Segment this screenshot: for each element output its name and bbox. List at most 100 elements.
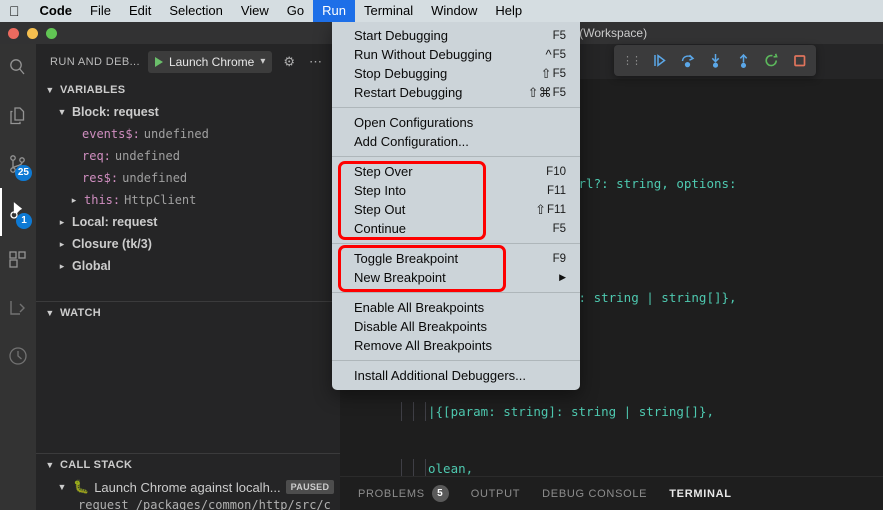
menu-item-add-configuration[interactable]: Add Configuration... — [332, 132, 580, 151]
menu-item-label: Start Debugging — [354, 28, 448, 43]
callstack-session-row[interactable]: ▼ 🐛 Launch Chrome against localh... PAUS… — [36, 476, 340, 498]
menu-item-shortcut: F5 — [552, 30, 566, 42]
scope-row-local[interactable]: ▸ Local: request — [36, 211, 340, 233]
callstack-section-header[interactable]: ▼ CALL STACK — [36, 454, 340, 476]
apple-icon[interactable]:  — [0, 4, 31, 18]
modifier-glyph: ⇧⌘ — [527, 84, 552, 100]
menu-item-shortcut: ⇧⌘ F5 — [528, 85, 566, 101]
menu-item-shortcut: ⇧ F11 — [535, 202, 566, 218]
menu-item-label: Install Additional Debuggers... — [354, 368, 526, 383]
source-control-icon[interactable]: 25 — [0, 140, 36, 188]
chevron-down-icon: ▼ — [45, 85, 55, 95]
variable-key: this: — [84, 193, 121, 207]
variable-row-req[interactable]: req: undefined — [36, 145, 340, 167]
menu-item-label: Stop Debugging — [354, 66, 448, 81]
bug-icon: 🐛 — [73, 479, 90, 494]
timeline-icon[interactable] — [0, 332, 36, 380]
scope-row-global[interactable]: ▸ Global — [36, 255, 340, 277]
panel-tab-debug-console[interactable]: DEBUG CONSOLE — [542, 488, 647, 500]
variables-label: VARIABLES — [60, 84, 126, 96]
restart-icon[interactable] — [763, 52, 780, 69]
sidebar-title: RUN AND DEB... — [50, 55, 140, 68]
variable-row-events[interactable]: events$: undefined — [36, 123, 340, 145]
variable-value: undefined — [122, 171, 188, 185]
step-over-icon[interactable] — [679, 52, 696, 69]
chevron-down-icon: ▼ — [57, 107, 67, 117]
menubar-item-help[interactable]: Help — [486, 0, 531, 22]
menu-item-remove-all-breakpoints[interactable]: Remove All Breakpoints — [332, 336, 580, 355]
modifier-glyph: ^ — [545, 47, 552, 62]
menubar-item-terminal[interactable]: Terminal — [355, 0, 422, 22]
menubar-item-file[interactable]: File — [81, 0, 120, 22]
continue-icon[interactable] — [651, 52, 668, 69]
menu-item-continue[interactable]: Continue F5 — [332, 219, 580, 238]
drag-handle-icon[interactable]: ⋮⋮ — [622, 54, 642, 67]
menu-item-label: Enable All Breakpoints — [354, 300, 485, 315]
step-into-icon[interactable] — [707, 52, 724, 69]
menubar-item-go[interactable]: Go — [278, 0, 313, 22]
chevron-right-icon: ▸ — [59, 216, 65, 227]
panel-tab-label: TERMINAL — [669, 487, 732, 500]
callstack-frame-row[interactable]: request /packages/common/http/src/c — [36, 498, 340, 510]
chevron-right-icon: ▸ — [59, 260, 65, 271]
menubar-item-selection[interactable]: Selection — [160, 0, 231, 22]
launch-config-dropdown[interactable]: Launch Chrome ▾ — [147, 50, 273, 73]
menu-item-enable-all-breakpoints[interactable]: Enable All Breakpoints — [332, 298, 580, 317]
menu-item-step-out[interactable]: Step Out ⇧ F11 — [332, 200, 580, 219]
source-control-badge: 25 — [14, 165, 32, 181]
variables-section-header[interactable]: ▼ VARIABLES — [36, 79, 340, 101]
ellipsis-icon[interactable]: ⋯ — [306, 54, 325, 70]
menu-item-shortcut: F9 — [552, 253, 566, 265]
menu-item-label: Step Over — [354, 164, 413, 179]
variables-block-request[interactable]: ▼ Block: request — [36, 101, 340, 123]
menu-item-run-without-debugging[interactable]: Run Without Debugging ^ F5 — [332, 45, 580, 64]
extensions-icon[interactable] — [0, 236, 36, 284]
variable-row-this[interactable]: ▸ this: HttpClient — [36, 189, 340, 211]
watch-label: WATCH — [60, 307, 102, 319]
menu-item-label: Continue — [354, 221, 407, 236]
watch-section-header[interactable]: ▼ WATCH — [36, 302, 340, 324]
stop-icon[interactable] — [791, 52, 808, 69]
menubar-item-window[interactable]: Window — [422, 0, 486, 22]
run-debug-badge: 1 — [16, 213, 32, 229]
menu-item-step-over[interactable]: Step Over F10 — [332, 162, 580, 181]
menu-item-start-debugging[interactable]: Start Debugging F5 — [332, 26, 580, 45]
menubar-item-view[interactable]: View — [232, 0, 278, 22]
menu-item-step-into[interactable]: Step Into F11 — [332, 181, 580, 200]
testing-icon[interactable] — [0, 284, 36, 332]
menubar-item-run[interactable]: Run — [313, 0, 355, 22]
menu-item-disable-all-breakpoints[interactable]: Disable All Breakpoints — [332, 317, 580, 336]
menubar-item-code[interactable]: Code — [31, 0, 82, 22]
menu-item-shortcut: F11 — [546, 185, 566, 197]
menu-item-new-breakpoint[interactable]: New Breakpoint ▶ — [332, 268, 580, 287]
panel-tab-terminal[interactable]: TERMINAL — [669, 488, 731, 500]
explorer-icon[interactable] — [0, 92, 36, 140]
key-label: F5 — [552, 222, 566, 235]
key-label: F11 — [547, 184, 566, 197]
menubar-item-edit[interactable]: Edit — [120, 0, 160, 22]
menu-item-label: Run Without Debugging — [354, 47, 493, 62]
scope-row-closure[interactable]: ▸ Closure (tk/3) — [36, 233, 340, 255]
menu-item-open-configurations[interactable]: Open Configurations — [332, 113, 580, 132]
chevron-down-icon: ▼ — [45, 308, 55, 318]
menu-item-label: Open Configurations — [354, 115, 474, 130]
modifier-glyph: ⇧ — [540, 65, 552, 81]
sidebar-header: RUN AND DEB... Launch Chrome ▾ ⚙ ⋯ — [36, 44, 340, 79]
menu-item-toggle-breakpoint[interactable]: Toggle Breakpoint F9 — [332, 249, 580, 268]
macos-menu-bar:  Code File Edit Selection View Go Run T… — [0, 0, 883, 22]
panel-tab-output[interactable]: OUTPUT — [471, 488, 520, 500]
menu-item-shortcut: F10 — [545, 166, 566, 178]
play-icon — [154, 56, 163, 67]
run-and-debug-icon[interactable]: 1 — [0, 188, 36, 236]
search-icon[interactable] — [0, 44, 36, 92]
step-out-icon[interactable] — [735, 52, 752, 69]
chevron-down-icon: ▼ — [45, 460, 55, 470]
variable-row-res[interactable]: res$: undefined — [36, 167, 340, 189]
vscode-window:  Code File Edit Selection View Go Run T… — [0, 0, 883, 510]
menu-item-install-additional-debuggers[interactable]: Install Additional Debuggers... — [332, 366, 580, 385]
menu-item-restart-debugging[interactable]: Restart Debugging ⇧⌘ F5 — [332, 83, 580, 102]
panel-tab-problems[interactable]: PROBLEMS 5 — [358, 485, 449, 502]
gear-icon[interactable]: ⚙ — [280, 54, 298, 70]
menu-item-stop-debugging[interactable]: Stop Debugging ⇧ F5 — [332, 64, 580, 83]
menu-item-label: Remove All Breakpoints — [354, 338, 493, 353]
